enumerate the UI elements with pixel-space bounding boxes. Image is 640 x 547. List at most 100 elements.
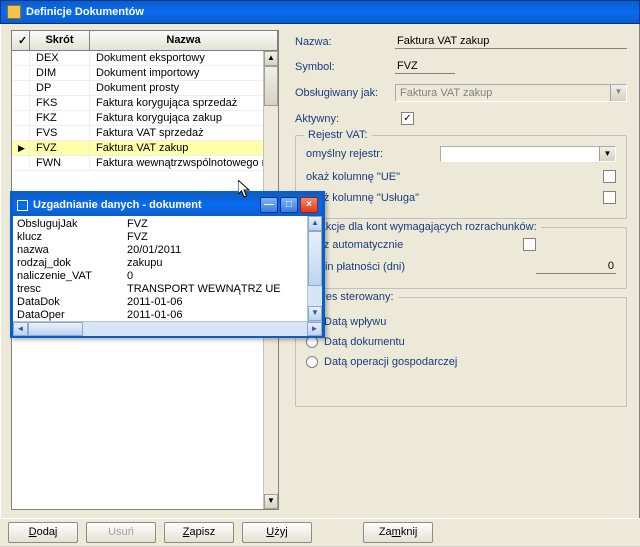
kv-key: nazwa [17, 244, 127, 257]
row-skrot: FVZ [30, 141, 90, 155]
grid-header-nazwa[interactable]: Nazwa [90, 31, 278, 50]
zamknij-button[interactable]: Zamknij [363, 522, 433, 543]
dodaj-button[interactable]: Dodaj [8, 522, 78, 543]
row-skrot: FWN [30, 156, 90, 170]
row-nazwa: Dokument prosty [90, 81, 278, 95]
list-item[interactable]: ObslugujJakFVZ [17, 218, 303, 231]
scroll-down-icon[interactable]: ▼ [308, 306, 322, 321]
scroll-up-icon[interactable]: ▲ [308, 216, 322, 231]
maximize-button[interactable]: □ [280, 197, 298, 213]
table-row[interactable]: FKZFaktura korygująca zakup [12, 111, 278, 126]
radio-data-operacji[interactable]: Datą operacji gospodarczej [306, 356, 616, 368]
list-item[interactable]: DataOper2011-01-06 [17, 309, 303, 321]
list-item[interactable]: kluczFVZ [17, 231, 303, 244]
kv-key: rodzaj_dok [17, 257, 127, 270]
scroll-thumb[interactable] [28, 322, 83, 336]
aktywny-label: Aktywny: [295, 113, 395, 125]
kv-key: DataDok [17, 296, 127, 309]
row-marker [12, 126, 30, 140]
scroll-left-icon[interactable]: ◄ [13, 322, 28, 336]
row-marker [12, 156, 30, 170]
grid-header-mark[interactable]: ✓ [12, 31, 30, 50]
row-marker [12, 51, 30, 65]
scroll-up-icon[interactable]: ▲ [264, 51, 278, 66]
scroll-right-icon[interactable]: ► [307, 322, 322, 336]
scroll-down-icon[interactable]: ▼ [264, 494, 278, 509]
nazwa-value[interactable]: Faktura VAT zakup [395, 34, 627, 49]
grid-rows: DEXDokument eksportowyDIMDokument import… [12, 51, 278, 171]
kv-key: naliczenie_VAT [17, 270, 127, 283]
list-item[interactable]: DataDok2011-01-06 [17, 296, 303, 309]
chevron-down-icon[interactable]: ▼ [610, 85, 626, 101]
row-marker [12, 96, 30, 110]
radio-opt3-label: Datą operacji gospodarczej [324, 356, 457, 368]
row-nazwa: Faktura korygująca sprzedaż [90, 96, 278, 110]
tworz-auto-label: wórz automatycznie [306, 239, 517, 251]
float-hscrollbar[interactable]: ◄ ► [13, 321, 322, 336]
obslugiwany-label: Obsługiwany jak: [295, 87, 395, 99]
radio-data-dokumentu[interactable]: Datą dokumentu [306, 336, 616, 348]
transakcje-group: nsakcje dla kont wymagających rozrachunk… [295, 227, 627, 289]
radio-data-wplywu[interactable]: Datą wpływu [306, 316, 616, 328]
domyslny-rejestr-label: omyślny rejestr: [306, 148, 440, 160]
kv-value: 20/01/2011 [127, 244, 303, 257]
uzyj-button[interactable]: Użyj [242, 522, 312, 543]
float-vscrollbar[interactable]: ▲ ▼ [307, 216, 322, 321]
row-nazwa: Faktura VAT zakup [90, 141, 278, 155]
app-icon [7, 5, 21, 19]
kolumna-usluga-checkbox[interactable] [603, 191, 616, 204]
table-row[interactable]: FVSFaktura VAT sprzedaż [12, 126, 278, 141]
row-skrot: FKZ [30, 111, 90, 125]
float-icon [17, 200, 28, 211]
obslugiwany-combo-text: Faktura VAT zakup [396, 85, 610, 101]
row-skrot: FVS [30, 126, 90, 140]
row-skrot: DEX [30, 51, 90, 65]
float-title: Uzgadnianie danych - dokument [33, 199, 202, 211]
aktywny-checkbox[interactable]: ✓ [401, 112, 414, 125]
float-content[interactable]: ObslugujJakFVZkluczFVZnazwa20/01/2011rod… [13, 216, 307, 321]
float-titlebar[interactable]: Uzgadnianie danych - dokument — □ × [13, 194, 322, 216]
domyslny-rejestr-combo[interactable]: ▼ [440, 146, 616, 162]
scroll-thumb[interactable] [308, 231, 322, 286]
symbol-value[interactable]: FVZ [395, 59, 455, 74]
minimize-button[interactable]: — [260, 197, 278, 213]
table-row[interactable]: ▶FVZFaktura VAT zakup [12, 141, 278, 156]
kv-value: TRANSPORT WEWNĄTRZ UE [127, 283, 303, 296]
main-title: Definicje Dokumentów [26, 6, 144, 18]
table-row[interactable]: FKSFaktura korygująca sprzedaż [12, 96, 278, 111]
usun-button: Usuń [86, 522, 156, 543]
table-row[interactable]: DIMDokument importowy [12, 66, 278, 81]
termin-label: ermin płatności (dni) [306, 261, 536, 273]
zapisz-button[interactable]: Zapisz [164, 522, 234, 543]
list-item[interactable]: nazwa20/01/2011 [17, 244, 303, 257]
grid-header-skrot[interactable]: Skrót [30, 31, 90, 50]
kolumna-ue-checkbox[interactable] [603, 170, 616, 183]
list-item[interactable]: naliczenie_VAT0 [17, 270, 303, 283]
kv-key: ObslugujJak [17, 218, 127, 231]
okres-group: Okres sterowany: Datą wpływu Datą dokume… [295, 297, 627, 407]
kolumna-usluga-label: okaż kolumnę "Usługa" [306, 192, 597, 204]
row-marker [12, 66, 30, 80]
chevron-down-icon[interactable]: ▼ [599, 147, 615, 161]
right-panel: Nazwa: Faktura VAT zakup Symbol: FVZ Obs… [285, 24, 639, 518]
main-titlebar: Definicje Dokumentów [0, 0, 640, 24]
kv-value: 0 [127, 270, 303, 283]
table-row[interactable]: FWNFaktura wewnątrzwspólnotowego na [12, 156, 278, 171]
radio-opt1-label: Datą wpływu [324, 316, 386, 328]
kv-value: FVZ [127, 218, 303, 231]
kv-value: FVZ [127, 231, 303, 244]
float-window: Uzgadnianie danych - dokument — □ × Obsl… [10, 191, 325, 338]
list-item[interactable]: rodzaj_dokzakupu [17, 257, 303, 270]
transakcje-title: nsakcje dla kont wymagających rozrachunk… [304, 221, 541, 233]
obslugiwany-combo[interactable]: Faktura VAT zakup ▼ [395, 84, 627, 102]
termin-input[interactable] [536, 259, 616, 274]
list-item[interactable]: trescTRANSPORT WEWNĄTRZ UE [17, 283, 303, 296]
tworz-auto-checkbox[interactable] [523, 238, 536, 251]
close-button[interactable]: × [300, 197, 318, 213]
table-row[interactable]: DPDokument prosty [12, 81, 278, 96]
kolumna-ue-label: okaż kolumnę "UE" [306, 171, 597, 183]
row-nazwa: Dokument importowy [90, 66, 278, 80]
nazwa-label: Nazwa: [295, 36, 395, 48]
scroll-thumb[interactable] [264, 66, 278, 106]
table-row[interactable]: DEXDokument eksportowy [12, 51, 278, 66]
